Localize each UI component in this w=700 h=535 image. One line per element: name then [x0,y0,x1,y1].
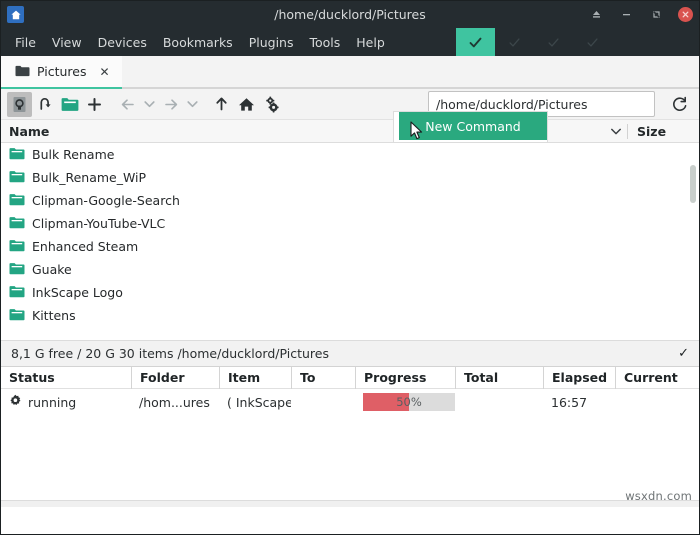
new-command-label: New Command [425,119,520,134]
new-command-popup[interactable]: New Command [399,112,547,140]
table-row[interactable]: running /hom...ures ( InkScape ) 50% 16:… [1,389,699,415]
title-bar: /home/ducklord/Pictures [1,1,699,28]
back-history-chevron-down-icon[interactable] [140,92,158,117]
menu-help[interactable]: Help [348,28,393,56]
queue-status-text: running [28,395,76,410]
toolbar: /home/ducklord/Pictures [1,89,699,120]
queue-cell-to [291,389,355,415]
list-item[interactable]: Clipman-Google-Search [1,189,699,212]
queue-pane: Status Folder Item To Progress Total Ela… [1,367,699,507]
folder-icon [9,260,25,279]
check-button-group [456,28,612,56]
folder-icon [9,237,25,256]
queue-cell-status: running [1,389,131,415]
folder-icon [9,191,25,210]
menu-file[interactable]: File [7,28,44,56]
queue-header-elapsed[interactable]: Elapsed [543,367,615,389]
bottom-strip [1,500,699,507]
list-item-label: Clipman-YouTube-VLC [32,216,165,231]
queue-cell-current [615,389,695,415]
menu-plugins[interactable]: Plugins [241,28,302,56]
check-button-3[interactable] [534,28,573,56]
arrow-left-icon[interactable] [115,92,140,117]
tab-label: Pictures [37,64,87,79]
menu-tools[interactable]: Tools [301,28,348,56]
file-list: Bulk Rename Bulk_Rename_WiP Clipman-Goog… [1,143,699,340]
close-icon[interactable] [678,7,693,22]
list-item-label: Kittens [32,308,76,323]
column-header: Name Size [1,120,699,143]
list-item[interactable]: InkScape Logo [1,281,699,304]
status-bar-text: 8,1 G free / 20 G 30 items /home/ducklor… [11,346,329,361]
queue-cell-total [455,389,543,415]
queue-header-current[interactable]: Current [615,367,695,389]
terminal-icon[interactable] [7,92,32,117]
queue-header-progress[interactable]: Progress [355,367,455,389]
arrow-up-icon[interactable] [209,92,234,117]
undo-arrow-icon[interactable] [32,92,57,117]
list-item[interactable]: Guake [1,258,699,281]
eject-icon[interactable] [588,7,604,23]
plus-icon[interactable] [82,92,107,117]
list-item-label: InkScape Logo [32,285,123,300]
list-item[interactable]: Clipman-YouTube-VLC [1,212,699,235]
queue-header-status[interactable]: Status [1,367,131,389]
menu-view[interactable]: View [44,28,90,56]
sort-chevron-down-icon[interactable] [605,128,627,135]
list-item-label: Enhanced Steam [32,239,138,254]
tab-close-icon[interactable]: ✕ [100,65,110,79]
folder-icon [9,145,25,164]
check-button-1[interactable] [456,28,495,56]
tab-pictures[interactable]: Pictures ✕ [1,56,122,89]
minimize-icon[interactable] [618,7,634,23]
progress-bar-label: 50% [363,393,455,411]
list-item-label: Clipman-Google-Search [32,193,180,208]
list-item[interactable]: Kittens [1,304,699,327]
new-folder-button[interactable] [57,92,82,117]
check-button-4[interactable] [573,28,612,56]
folder-icon [9,306,25,325]
window-controls [588,7,693,23]
queue-cell-progress: 50% [355,389,455,415]
folder-icon [9,283,25,302]
check-button-2[interactable] [495,28,534,56]
menu-bookmarks[interactable]: Bookmarks [155,28,241,56]
status-check-icon[interactable]: ✓ [678,346,689,361]
tab-bar: Pictures ✕ [1,56,699,89]
vertical-scrollbar[interactable] [690,165,696,203]
forward-history-chevron-down-icon[interactable] [183,92,201,117]
file-manager-window: /home/ducklord/Pictures [0,0,700,535]
queue-header-total[interactable]: Total [455,367,543,389]
home-icon[interactable] [234,92,259,117]
column-header-size[interactable]: Size [627,124,699,139]
folder-icon [9,168,25,187]
home-folder-icon [7,6,24,23]
folder-icon [9,214,25,233]
list-item-label: Bulk Rename [32,147,114,162]
list-item[interactable]: Enhanced Steam [1,235,699,258]
queue-cell-folder: /hom...ures [131,389,219,415]
arrow-right-icon[interactable] [158,92,183,117]
queue-header-folder[interactable]: Folder [131,367,219,389]
gear-icon [9,394,22,410]
queue-header-row: Status Folder Item To Progress Total Ela… [1,367,699,389]
list-item-label: Bulk_Rename_WiP [32,170,146,185]
list-item-label: Guake [32,262,72,277]
status-bar: 8,1 G free / 20 G 30 items /home/ducklor… [1,340,699,367]
gears-icon[interactable] [259,92,284,117]
menu-devices[interactable]: Devices [90,28,155,56]
queue-header-item[interactable]: Item [219,367,291,389]
queue-cell-item: ( InkScape ) [219,389,291,415]
queue-header-to[interactable]: To [291,367,355,389]
list-item[interactable]: Bulk Rename [1,143,699,166]
menu-bar: File View Devices Bookmarks Plugins Tool… [1,28,699,56]
reload-icon[interactable] [667,92,691,116]
folder-icon [15,62,30,81]
queue-cell-elapsed: 16:57 [543,389,615,415]
progress-bar: 50% [363,393,455,411]
maximize-icon[interactable] [648,7,664,23]
list-item[interactable]: Bulk_Rename_WiP [1,166,699,189]
